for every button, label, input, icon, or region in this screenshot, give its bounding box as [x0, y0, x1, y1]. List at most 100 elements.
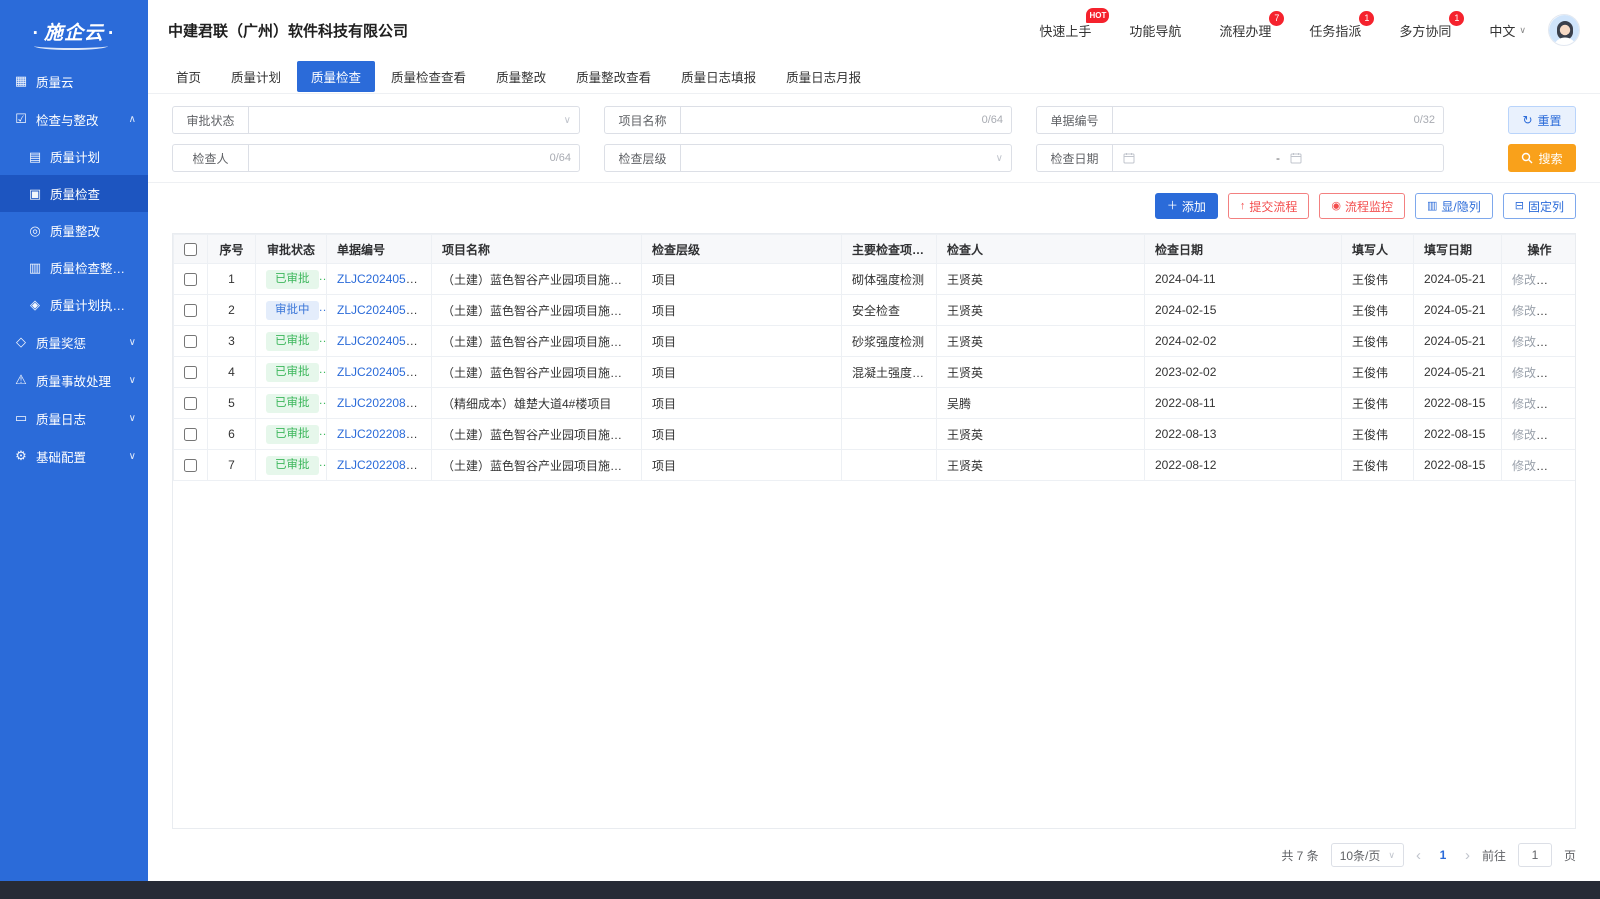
row-checkbox[interactable] — [184, 428, 197, 441]
column-header-5[interactable]: 主要检查项名称 — [842, 235, 937, 264]
edit-link[interactable]: 修改 — [1512, 273, 1536, 287]
next-page-button[interactable]: › — [1465, 848, 1470, 863]
tab-4[interactable]: 质量整改 — [482, 61, 560, 92]
level-select[interactable]: ∨ — [681, 145, 1011, 171]
column-header-4[interactable]: 检查层级 — [642, 235, 842, 264]
delete-link[interactable]: 删除 — [1546, 459, 1570, 473]
plus-icon: ＋ — [1167, 201, 1178, 212]
row-checkbox[interactable] — [184, 304, 197, 317]
row-checkbox[interactable] — [184, 335, 197, 348]
show-hide-columns-button[interactable]: ▥ 显/隐列 — [1415, 193, 1493, 219]
status-cell: 已审批 — [256, 357, 327, 388]
date-end-input[interactable] — [1280, 152, 1443, 164]
row-checkbox[interactable] — [184, 397, 197, 410]
sidebar-item-3[interactable]: ▣质量检查 — [0, 175, 148, 212]
column-header-10[interactable]: 操作 — [1502, 235, 1577, 264]
delete-link[interactable]: 删除 — [1546, 335, 1570, 349]
app-logo[interactable]: 施企云 — [0, 0, 148, 62]
tab-7[interactable]: 质量日志月报 — [772, 61, 875, 92]
column-header-2[interactable]: 单据编号 — [327, 235, 432, 264]
status-badge: 已审批 — [266, 270, 319, 289]
row-index: 7 — [208, 450, 256, 481]
doc-no-link[interactable]: ZLJC2024050445 — [337, 303, 432, 317]
level-label: 检查层级 — [605, 145, 681, 171]
doc-no-link[interactable]: ZLJC2024050444 — [337, 334, 432, 348]
topnav-item-label: 功能导航 — [1129, 24, 1181, 39]
doc-no-link[interactable]: ZLJC2024050446 — [337, 272, 432, 286]
column-header-9[interactable]: 填写日期 — [1414, 235, 1502, 264]
edit-link[interactable]: 修改 — [1512, 366, 1536, 380]
fixed-columns-button[interactable]: ⊟ 固定列 — [1503, 193, 1576, 219]
sidebar-item-8[interactable]: ⚠质量事故处理∨ — [0, 361, 148, 399]
topnav-item-3[interactable]: 任务指派1 — [1309, 21, 1361, 40]
edit-link[interactable]: 修改 — [1512, 397, 1536, 411]
date-start-input[interactable] — [1113, 152, 1276, 164]
sidebar-item-5[interactable]: ▥质量检查整改跟踪 — [0, 249, 148, 286]
tab-3[interactable]: 质量检查查看 — [377, 61, 480, 92]
column-header-6[interactable]: 检查人 — [937, 235, 1145, 264]
delete-link[interactable]: 删除 — [1546, 273, 1570, 287]
toolbar: ＋ 添加 ↑ 提交流程 ◉ 流程监控 ▥ 显/隐列 ⊟ 固定列 — [148, 183, 1600, 233]
tab-1[interactable]: 质量计划 — [217, 61, 295, 92]
language-selector[interactable]: 中文 ∨ — [1489, 21, 1526, 40]
column-header-0[interactable]: 序号 — [208, 235, 256, 264]
column-header-3[interactable]: 项目名称 — [432, 235, 642, 264]
flow-monitor-button[interactable]: ◉ 流程监控 — [1319, 193, 1405, 219]
tab-2[interactable]: 质量检查 — [297, 61, 375, 92]
inspector-input[interactable]: 0/64 — [249, 145, 579, 171]
row-checkbox[interactable] — [184, 273, 197, 286]
doc-no-link[interactable]: ZLJC2022080173 — [337, 427, 432, 441]
doc-no-link[interactable]: ZLJC2022080172 — [337, 458, 432, 472]
row-checkbox[interactable] — [184, 366, 197, 379]
select-all-checkbox[interactable] — [184, 243, 197, 256]
doc-no-input[interactable]: 0/32 — [1113, 107, 1443, 133]
add-button[interactable]: ＋ 添加 — [1155, 193, 1218, 219]
row-checkbox[interactable] — [184, 459, 197, 472]
column-header-7[interactable]: 检查日期 — [1145, 235, 1342, 264]
tab-0[interactable]: 首页 — [162, 61, 215, 92]
checkbox-cell — [174, 264, 208, 295]
sidebar-item-0[interactable]: ▦质量云 — [0, 62, 148, 100]
reset-button[interactable]: ↻ 重置 — [1508, 106, 1576, 134]
goto-page-input[interactable] — [1518, 843, 1552, 867]
topnav-item-label: 流程办理 — [1219, 24, 1271, 39]
sidebar-item-9[interactable]: ▭质量日志∨ — [0, 399, 148, 437]
column-header-8[interactable]: 填写人 — [1342, 235, 1414, 264]
sidebar-item-7[interactable]: ◇质量奖惩∨ — [0, 323, 148, 361]
edit-link[interactable]: 修改 — [1512, 459, 1536, 473]
edit-link[interactable]: 修改 — [1512, 304, 1536, 318]
delete-link[interactable]: 删除 — [1546, 428, 1570, 442]
column-header-1[interactable]: 审批状态 — [256, 235, 327, 264]
topnav-item-2[interactable]: 流程办理7 — [1219, 21, 1271, 40]
check-date-range[interactable]: - — [1113, 145, 1443, 171]
sidebar-item-2[interactable]: ▤质量计划 — [0, 138, 148, 175]
sidebar-item-1[interactable]: ☑检查与整改∧ — [0, 100, 148, 138]
delete-link[interactable]: 删除 — [1546, 304, 1570, 318]
approval-status-select[interactable]: ∨ — [249, 107, 579, 133]
current-page[interactable]: 1 — [1433, 848, 1453, 862]
sidebar-item-6[interactable]: ◈质量计划执行跟踪 — [0, 286, 148, 323]
sidebar-item-10[interactable]: ⚙基础配置∨ — [0, 437, 148, 475]
tab-5[interactable]: 质量整改查看 — [562, 61, 665, 92]
doc-no-link[interactable]: ZLJC2022080174 — [337, 396, 432, 410]
topnav-item-1[interactable]: 功能导航 — [1129, 21, 1181, 40]
submit-flow-button[interactable]: ↑ 提交流程 — [1228, 193, 1310, 219]
page-size-select[interactable]: 10条/页 ∨ — [1331, 843, 1404, 867]
topnav-item-0[interactable]: 快速上手HOT — [1039, 21, 1091, 40]
table-row: 5已审批ZLJC2022080174（精细成本）雄楚大道4#楼项目项目吴腾202… — [174, 388, 1577, 419]
avatar[interactable] — [1548, 14, 1580, 46]
check-item-cell — [842, 419, 937, 450]
search-button[interactable]: 搜索 — [1508, 144, 1576, 172]
doc-no-link[interactable]: ZLJC2024050443 — [337, 365, 432, 379]
check-date-cell: 2023-02-02 — [1145, 357, 1342, 388]
sidebar-item-4[interactable]: ◎质量整改 — [0, 212, 148, 249]
edit-link[interactable]: 修改 — [1512, 335, 1536, 349]
project-name-input[interactable]: 0/64 — [681, 107, 1011, 133]
delete-link[interactable]: 删除 — [1546, 397, 1570, 411]
topnav-item-4[interactable]: 多方协同1 — [1399, 21, 1451, 40]
tab-6[interactable]: 质量日志填报 — [667, 61, 770, 92]
delete-link[interactable]: 删除 — [1546, 366, 1570, 380]
sidebar-item-label: 质量奖惩 — [36, 333, 125, 352]
prev-page-button[interactable]: ‹ — [1416, 848, 1421, 863]
edit-link[interactable]: 修改 — [1512, 428, 1536, 442]
